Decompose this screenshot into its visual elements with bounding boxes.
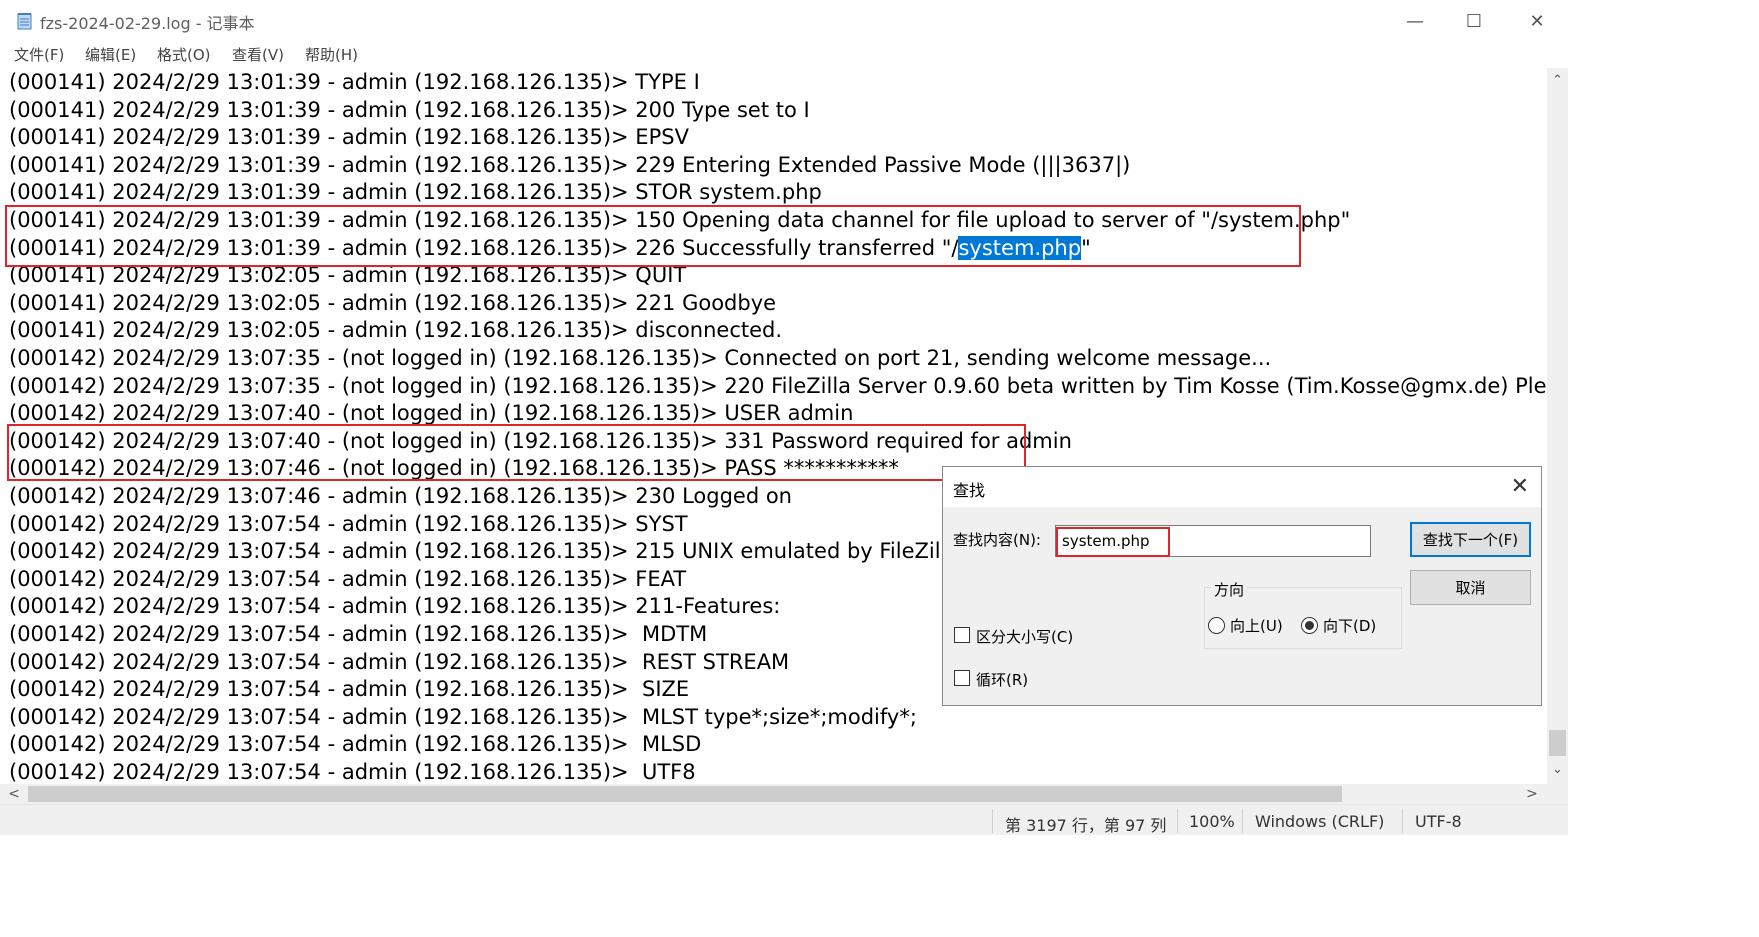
- text-line: (000142) 2024/2/29 13:07:46 - admin (192…: [9, 484, 792, 508]
- cancel-button[interactable]: 取消: [1410, 570, 1531, 605]
- direction-down-label[interactable]: 向下(D): [1323, 615, 1376, 636]
- find-what-input[interactable]: [1055, 525, 1371, 557]
- menu-edit[interactable]: 编辑(E): [85, 44, 136, 65]
- text-line: (000142) 2024/2/29 13:07:35 - (not logge…: [9, 346, 1272, 370]
- text-line-after-selection: ": [1081, 235, 1091, 260]
- status-separator: [1242, 809, 1243, 833]
- status-cursor-position: 第 3197 行，第 97 列: [1005, 816, 1167, 835]
- find-dialog: 查找 ✕ 查找内容(N): 查找下一个(F) 取消 方向 向上(U) 向下(D)…: [942, 466, 1542, 706]
- text-line: (000142) 2024/2/29 13:07:54 - admin (192…: [9, 760, 696, 784]
- text-line: (000142) 2024/2/29 13:07:54 - admin (192…: [9, 704, 917, 729]
- text-line: (000141) 2024/2/29 13:01:39 - admin (192…: [9, 152, 1131, 177]
- text-line: (000142) 2024/2/29 13:07:54 - admin (192…: [9, 649, 790, 674]
- window-title: fzs-2024-02-29.log - 记事本: [40, 14, 255, 33]
- close-button[interactable]: ✕: [1506, 0, 1568, 42]
- text-line: (000141) 2024/2/29 13:01:39 - admin (192…: [9, 70, 700, 94]
- find-dialog-close-icon[interactable]: ✕: [1511, 474, 1529, 499]
- text-line: (000141) 2024/2/29 13:01:39 - admin (192…: [9, 180, 822, 205]
- text-line: (000142) 2024/2/29 13:07:40 - (not logge…: [9, 428, 1072, 453]
- text-line: (000141) 2024/2/29 13:02:05 - admin (192…: [9, 318, 783, 343]
- text-line: (000141) 2024/2/29 13:01:39 - admin (192…: [9, 125, 689, 150]
- wrap-around-label[interactable]: 循环(R): [976, 669, 1028, 690]
- text-line: (000142) 2024/2/29 13:07:46 - (not logge…: [9, 456, 899, 481]
- status-encoding: UTF-8: [1415, 812, 1462, 831]
- find-next-button[interactable]: 查找下一个(F): [1410, 522, 1531, 557]
- match-case-checkbox[interactable]: [954, 627, 970, 643]
- horizontal-scrollbar[interactable]: < >: [0, 784, 1547, 804]
- text-line-before-selection: (000141) 2024/2/29 13:01:39 - admin (192…: [9, 235, 959, 260]
- match-case-label[interactable]: 区分大小写(C): [976, 626, 1073, 647]
- wrap-around-checkbox[interactable]: [954, 670, 970, 686]
- radio-selected-dot: [1305, 621, 1314, 630]
- text-line: (000142) 2024/2/29 13:07:54 - admin (192…: [9, 566, 687, 591]
- scroll-left-icon[interactable]: <: [4, 784, 24, 804]
- minimize-button[interactable]: —: [1384, 0, 1446, 42]
- text-line: (000141) 2024/2/29 13:01:39 - admin (192…: [9, 235, 1091, 262]
- maximize-button[interactable]: ☐: [1443, 0, 1505, 42]
- text-line: (000142) 2024/2/29 13:07:35 - (not logge…: [9, 373, 1547, 398]
- horizontal-scroll-thumb[interactable]: [28, 786, 1342, 802]
- status-bar: 第 3197 行，第 97 列 100% Windows (CRLF) UTF-…: [0, 804, 1568, 835]
- menu-bar: 文件(F) 编辑(E) 格式(O) 查看(V) 帮助(H): [0, 42, 1568, 68]
- scroll-up-icon[interactable]: ⌃: [1547, 71, 1568, 91]
- text-line: (000142) 2024/2/29 13:07:54 - admin (192…: [9, 732, 702, 757]
- text-line: (000141) 2024/2/29 13:01:39 - admin (192…: [9, 208, 1351, 232]
- scroll-right-icon[interactable]: >: [1522, 784, 1542, 804]
- text-line: (000142) 2024/2/29 13:07:54 - admin (192…: [9, 594, 781, 619]
- menu-file[interactable]: 文件(F): [14, 44, 64, 65]
- vertical-scrollbar[interactable]: ⌃ ⌄: [1547, 68, 1568, 784]
- text-line: (000142) 2024/2/29 13:07:40 - (not logge…: [9, 401, 854, 426]
- direction-label: 方向: [1211, 579, 1248, 600]
- menu-help[interactable]: 帮助(H): [305, 44, 358, 65]
- find-dialog-title: 查找: [953, 481, 986, 500]
- direction-up-radio[interactable]: [1208, 617, 1225, 634]
- text-line: (000141) 2024/2/29 13:01:39 - admin (192…: [9, 97, 810, 122]
- status-separator: [1177, 809, 1178, 833]
- text-line: (000142) 2024/2/29 13:07:54 - admin (192…: [9, 511, 688, 536]
- status-line-ending: Windows (CRLF): [1255, 812, 1385, 831]
- find-dialog-titlebar[interactable]: 查找 ✕: [943, 467, 1541, 507]
- text-line: (000142) 2024/2/29 13:07:54 - admin (192…: [9, 622, 708, 646]
- scrollbar-corner: [1547, 784, 1568, 804]
- selected-text: system.php: [958, 235, 1082, 260]
- text-line: (000141) 2024/2/29 13:02:05 - admin (192…: [9, 263, 687, 288]
- status-separator: [992, 809, 993, 833]
- direction-down-radio[interactable]: [1301, 617, 1318, 634]
- title-bar: fzs-2024-02-29.log - 记事本 — ☐ ✕: [0, 0, 1568, 42]
- status-separator: [1402, 809, 1403, 833]
- status-zoom: 100%: [1189, 812, 1235, 831]
- scroll-down-icon[interactable]: ⌄: [1547, 760, 1568, 780]
- direction-up-label[interactable]: 向上(U): [1230, 615, 1283, 636]
- find-what-label: 查找内容(N):: [953, 531, 1041, 549]
- menu-format[interactable]: 格式(O): [157, 44, 211, 65]
- notepad-icon: [17, 13, 32, 30]
- menu-view[interactable]: 查看(V): [232, 44, 284, 65]
- vertical-scroll-thumb[interactable]: [1549, 730, 1566, 756]
- text-line: (000142) 2024/2/29 13:07:54 - admin (192…: [9, 677, 690, 702]
- text-line: (000142) 2024/2/29 13:07:54 - admin (192…: [9, 539, 960, 564]
- text-line: (000141) 2024/2/29 13:02:05 - admin (192…: [9, 290, 777, 315]
